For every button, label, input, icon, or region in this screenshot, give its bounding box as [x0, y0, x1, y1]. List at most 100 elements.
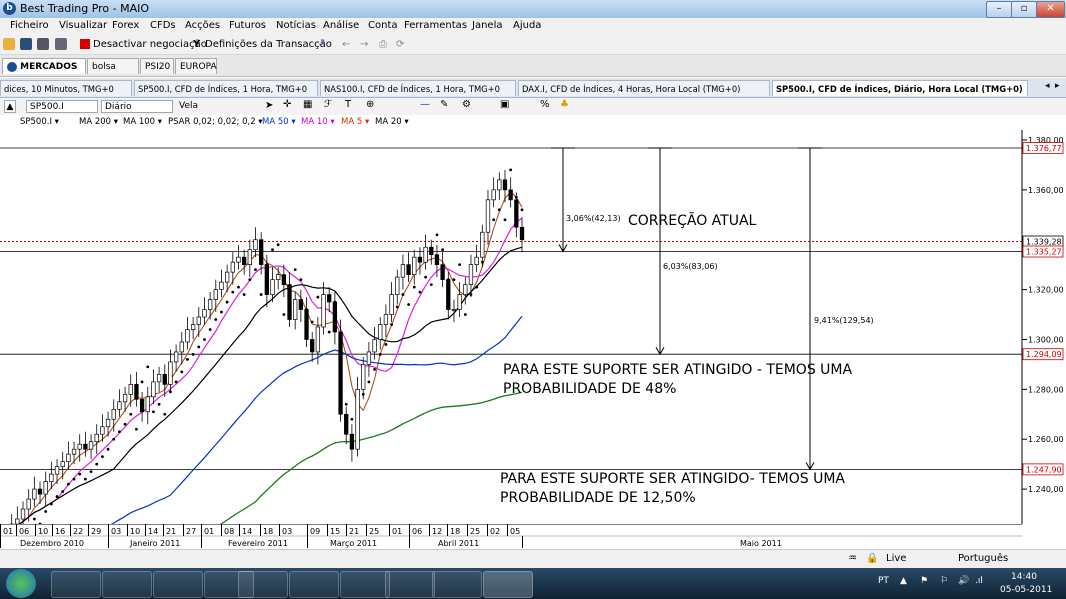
tray-signal-icon[interactable]: .ıl [975, 576, 983, 586]
candle-up[interactable] [412, 256, 417, 275]
candle-down[interactable] [304, 309, 309, 340]
candle-up[interactable] [111, 408, 116, 420]
candle-up[interactable] [321, 294, 326, 328]
candle-down[interactable] [327, 294, 332, 303]
candle-up[interactable] [60, 461, 65, 467]
open-folder-icon[interactable] [3, 38, 15, 50]
menu-item-futuros[interactable]: Futuros [229, 20, 266, 31]
fibonacci-icon[interactable]: ℱ [324, 99, 332, 110]
candle-up[interactable] [145, 396, 150, 413]
candle-down[interactable] [37, 488, 43, 495]
candle-up[interactable] [474, 256, 479, 266]
candle-down[interactable] [264, 264, 269, 295]
candle-up[interactable] [372, 339, 377, 353]
period-select[interactable]: Diário [101, 100, 173, 113]
candle-up[interactable] [485, 199, 491, 233]
candle-up[interactable] [185, 329, 190, 343]
menu-item-forex[interactable]: Forex [112, 20, 139, 31]
candle-down[interactable] [332, 301, 338, 333]
bell-icon[interactable]: ♣ [560, 99, 569, 110]
candle-up[interactable] [366, 351, 372, 365]
candle-up[interactable] [236, 256, 241, 263]
candle-up[interactable] [423, 246, 428, 263]
menu-item-accoes[interactable]: Acções [185, 20, 220, 31]
candle-down[interactable] [83, 443, 88, 450]
menu-item-janela[interactable]: Janela [472, 20, 502, 31]
symbol-field[interactable]: SP500.I [26, 100, 98, 113]
candle-down[interactable] [162, 374, 167, 385]
candle-up[interactable] [71, 448, 77, 455]
candle-down[interactable] [134, 384, 139, 400]
crosshair-icon[interactable]: ✛ [283, 99, 291, 110]
start-button[interactable] [6, 569, 36, 598]
candle-up[interactable] [32, 488, 37, 500]
candle-up[interactable] [361, 364, 366, 390]
candle-up[interactable] [400, 264, 406, 278]
candle-up[interactable] [315, 326, 321, 353]
candle-down[interactable] [338, 331, 343, 415]
collapse-icon[interactable]: ▲ [4, 100, 16, 113]
candle-up[interactable] [128, 384, 133, 395]
save-icon[interactable] [20, 38, 32, 50]
candle-down[interactable] [242, 256, 247, 266]
chart-tab-3[interactable]: NAS100.I, CFD de Índices, 1 Hora, TMG+0 [320, 80, 516, 96]
menu-item-conta[interactable]: Conta [368, 20, 398, 31]
menu-item-noticias[interactable]: Notícias [276, 20, 316, 31]
paint-taskbar-icon[interactable] [385, 571, 435, 598]
candle-up[interactable] [20, 508, 26, 520]
menu-item-analise[interactable]: Análise [323, 20, 359, 31]
print-icon[interactable] [55, 38, 67, 50]
indicator-ma200[interactable]: MA 200 ▾ [79, 117, 118, 127]
candle-up[interactable] [88, 441, 94, 450]
candle-up[interactable] [94, 433, 99, 443]
candle-down[interactable] [502, 179, 508, 191]
candle-down[interactable] [349, 433, 355, 450]
menu-item-ficheiro[interactable]: Ficheiro [10, 20, 49, 31]
candle-down[interactable] [259, 239, 264, 266]
candle-up[interactable] [389, 294, 394, 315]
candle-up[interactable] [457, 294, 462, 310]
candle-up[interactable] [451, 309, 457, 311]
candle-down[interactable] [406, 264, 411, 275]
check-icon[interactable]: ✓ [318, 39, 326, 50]
back-arrow-icon[interactable]: ← [342, 39, 350, 50]
candle-up[interactable] [383, 314, 389, 325]
tab-scroll-right-icon[interactable]: ▸ [1055, 81, 1060, 91]
candle-up[interactable] [54, 466, 60, 475]
candle-down[interactable] [310, 339, 315, 353]
explorer-taskbar-icon[interactable] [51, 571, 101, 598]
candle-up[interactable] [151, 381, 156, 398]
candle-up[interactable] [43, 481, 48, 495]
candle-up[interactable] [468, 264, 474, 285]
candle-down[interactable] [281, 274, 286, 285]
chart-tab-5[interactable]: SP500.I, CFD de Índices, Diário, Hora Lo… [772, 80, 1028, 96]
messenger-taskbar-icon[interactable] [289, 571, 339, 598]
candle-up[interactable] [66, 453, 71, 463]
excel-taskbar-icon[interactable] [432, 571, 482, 598]
candle-up[interactable] [270, 279, 275, 295]
padlock-icon[interactable]: 🔒 [866, 553, 878, 564]
candle-up[interactable] [293, 299, 298, 320]
minimize-button[interactable]: – [986, 1, 1012, 18]
tab-bolsa-usa[interactable]: bolsa usa [87, 58, 139, 88]
firefox-taskbar-icon[interactable] [340, 571, 390, 598]
candle-up[interactable] [219, 281, 224, 290]
tray-time[interactable]: 14:40 [1011, 572, 1037, 582]
lock-icon[interactable]: ▣ [500, 99, 509, 110]
candle-down[interactable] [446, 279, 451, 310]
tray-up-arrow-icon[interactable]: ▲ [900, 576, 907, 586]
media-player-taskbar-icon[interactable] [102, 571, 152, 598]
candle-up[interactable] [463, 284, 468, 295]
chart-tab-1[interactable]: dices, 10 Minutos, TMG+0 [0, 80, 132, 96]
candle-down[interactable] [417, 256, 423, 263]
candle-up[interactable] [230, 261, 235, 273]
settings-gear-icon[interactable]: ⚙ [462, 99, 471, 110]
indicator-ma5[interactable]: MA 5 ▾ [341, 117, 369, 127]
candle-down[interactable] [298, 299, 304, 310]
indicator-ma20[interactable]: MA 20 ▾ [375, 117, 409, 127]
candle-up[interactable] [253, 239, 258, 251]
chart-mode-icon[interactable]: ♒ [848, 553, 857, 564]
candle-up[interactable] [497, 179, 502, 191]
candle-up[interactable] [491, 189, 496, 201]
menu-item-cfds[interactable]: CFDs [150, 20, 176, 31]
